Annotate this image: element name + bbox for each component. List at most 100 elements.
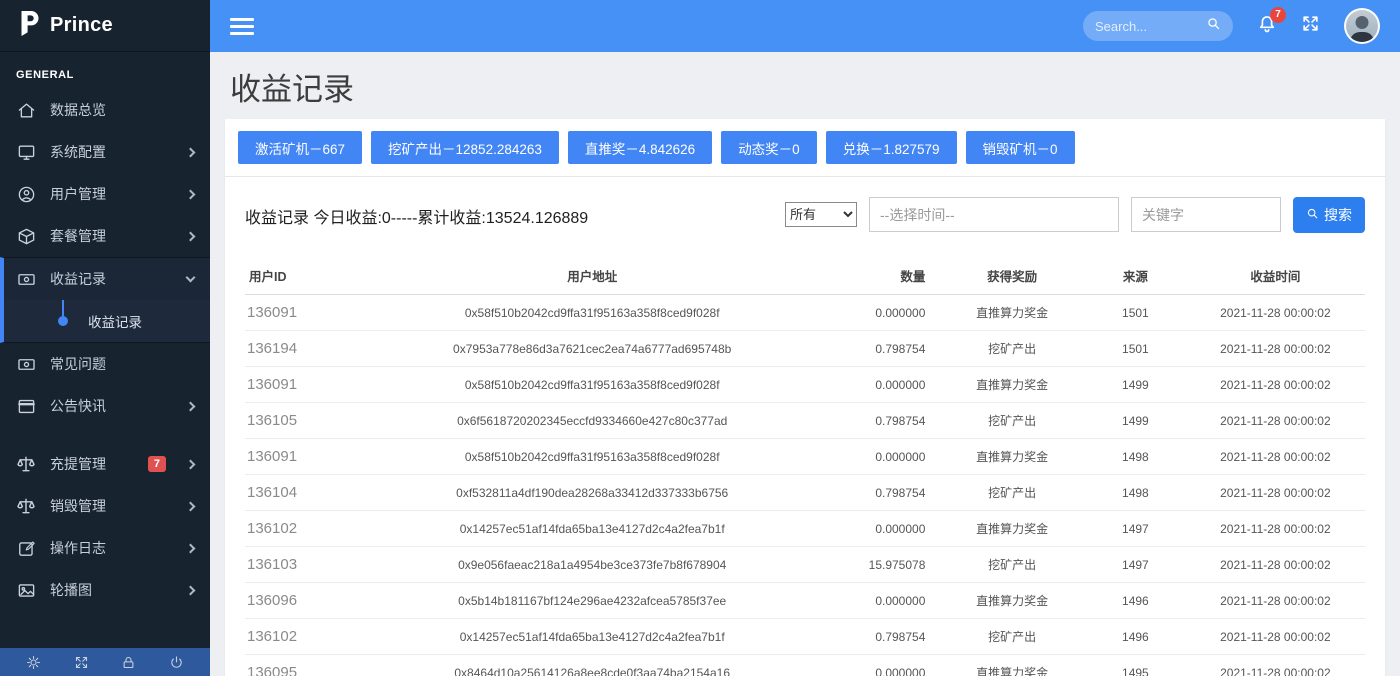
power-icon[interactable] [169,655,184,670]
monitor-icon [16,143,36,162]
date-range-input[interactable] [869,197,1119,232]
user-avatar[interactable] [1344,8,1380,44]
stat-button[interactable]: 兑换－1.827579 [826,131,957,164]
column-header-user-address: 用户地址 [357,257,827,295]
cell-user-id: 136103 [245,547,357,583]
sidebar-item-user-management[interactable]: 用户管理 [0,173,210,215]
sidebar-item-data-overview[interactable]: 数据总览 [0,89,210,131]
stat-button[interactable]: 直推奖－4.842626 [568,131,712,164]
stat-button[interactable]: 激活矿机－667 [238,131,362,164]
search-input[interactable] [1095,19,1206,34]
cell-user-id: 136105 [245,403,357,439]
cell-reward: 直推算力奖金 [939,439,1085,475]
cell-amount: 0.000000 [827,511,939,547]
cell-income-time: 2021-11-28 00:00:02 [1186,547,1365,583]
table-row: 136091 0x58f510b2042cd9ffa31f95163a358f8… [245,367,1365,403]
sidebar-nav: 数据总览 系统配置 用户管理 套餐管理 收益记录 [0,89,210,648]
cell-income-time: 2021-11-28 00:00:02 [1186,511,1365,547]
column-header-income-time: 收益时间 [1186,257,1365,295]
lock-icon[interactable] [121,655,136,670]
sidebar-item-deposit-withdraw[interactable]: 充提管理 7 [0,443,210,485]
scale-icon [16,496,36,516]
keyword-input[interactable] [1131,197,1281,232]
table-row: 136102 0x14257ec51af14fda65ba13e4127d2c4… [245,619,1365,655]
cell-user-address: 0x58f510b2042cd9ffa31f95163a358f8ced9f02… [357,367,827,403]
cell-source: 1496 [1085,619,1186,655]
cell-user-id: 136102 [245,511,357,547]
cell-source: 1497 [1085,547,1186,583]
gear-icon[interactable] [26,655,41,670]
chevron-down-icon [186,273,196,283]
notifications-button[interactable]: 7 [1257,14,1277,39]
cell-source: 1501 [1085,295,1186,331]
menu-toggle-icon[interactable] [230,18,254,35]
stat-button[interactable]: 动态奖－0 [721,131,817,164]
cell-reward: 挖矿产出 [939,403,1085,439]
sidebar-item-destroy-management[interactable]: 销毁管理 [0,485,210,527]
cell-amount: 0.000000 [827,367,939,403]
sidebar-subitem-income-records[interactable]: 收益记录 [4,300,210,342]
page-title: 收益记录 [230,64,1400,109]
table-row: 136096 0x5b14b181167bf124e296ae4232afcea… [245,583,1365,619]
filter-controls: 所有 搜索 [785,197,1365,233]
table-row: 136091 0x58f510b2042cd9ffa31f95163a358f8… [245,295,1365,331]
banknote-icon [16,270,36,289]
column-header-source: 来源 [1085,257,1186,295]
expand-icon[interactable] [74,655,89,670]
cell-amount: 15.975078 [827,547,939,583]
sidebar-item-carousel[interactable]: 轮播图 [0,569,210,611]
table-row: 136105 0x6f5618720202345eccfd9334660e427… [245,403,1365,439]
cell-income-time: 2021-11-28 00:00:02 [1186,367,1365,403]
cell-user-address: 0x5b14b181167bf124e296ae4232afcea5785f37… [357,583,827,619]
sidebar-item-income-records[interactable]: 收益记录 [4,258,210,300]
cell-user-id: 136091 [245,367,357,403]
cell-amount: 0.798754 [827,403,939,439]
type-select[interactable]: 所有 [785,202,857,227]
page-content: 收益记录 激活矿机－667 挖矿产出－12852.284263 直推奖－4.8426… [210,52,1400,676]
cell-income-time: 2021-11-28 00:00:02 [1186,439,1365,475]
search-icon [1306,207,1319,223]
column-header-reward: 获得奖励 [939,257,1085,295]
chevron-right-icon [186,231,196,241]
cell-income-time: 2021-11-28 00:00:02 [1186,403,1365,439]
sidebar-footer [0,648,210,676]
chevron-right-icon [186,543,196,553]
sidebar-item-system-config[interactable]: 系统配置 [0,131,210,173]
cell-user-id: 136194 [245,331,357,367]
cell-amount: 0.798754 [827,475,939,511]
logo[interactable]: Prince [0,0,210,52]
sidebar-group-income-records: 收益记录 收益记录 [0,257,210,343]
cell-income-time: 2021-11-28 00:00:02 [1186,655,1365,676]
logo-text: Prince [50,14,113,37]
topbar-search[interactable] [1083,11,1233,41]
cell-income-time: 2021-11-28 00:00:02 [1186,475,1365,511]
sidebar-item-package-management[interactable]: 套餐管理 [0,215,210,257]
income-records-table: 用户ID 用户地址 数量 获得奖励 来源 收益时间 [245,257,1365,676]
cell-source: 1496 [1085,583,1186,619]
stat-button[interactable]: 销毁矿机－0 [966,131,1075,164]
cell-source: 1498 [1085,439,1186,475]
table-row: 136103 0x9e056faeac218a1a4954be3ce373fe7… [245,547,1365,583]
image-icon [16,581,36,600]
window-icon [16,397,36,416]
cell-user-id: 136091 [245,439,357,475]
scale-icon [16,454,36,474]
cell-amount: 0.000000 [827,439,939,475]
cell-reward: 直推算力奖金 [939,655,1085,676]
app-window: Prince GENERAL 数据总览 系统配置 用户管理 套餐管理 [0,0,1400,676]
sidebar-item-faq[interactable]: 常见问题 [0,343,210,385]
submenu-active-dot [58,316,68,326]
search-icon[interactable] [1206,16,1221,36]
table-row: 136102 0x14257ec51af14fda65ba13e4127d2c4… [245,511,1365,547]
table-row: 136095 0x8464d10a25614126a8ee8cde0f3aa74… [245,655,1365,676]
cell-amount: 0.000000 [827,295,939,331]
sidebar-item-operation-logs[interactable]: 操作日志 [0,527,210,569]
cell-income-time: 2021-11-28 00:00:02 [1186,583,1365,619]
fullscreen-icon[interactable] [1301,14,1320,38]
search-button[interactable]: 搜索 [1293,197,1365,233]
sidebar-item-announcements[interactable]: 公告快讯 [0,385,210,427]
chevron-right-icon [186,501,196,511]
stat-button[interactable]: 挖矿产出－12852.284263 [371,131,559,164]
cell-income-time: 2021-11-28 00:00:02 [1186,331,1365,367]
cell-reward: 直推算力奖金 [939,583,1085,619]
